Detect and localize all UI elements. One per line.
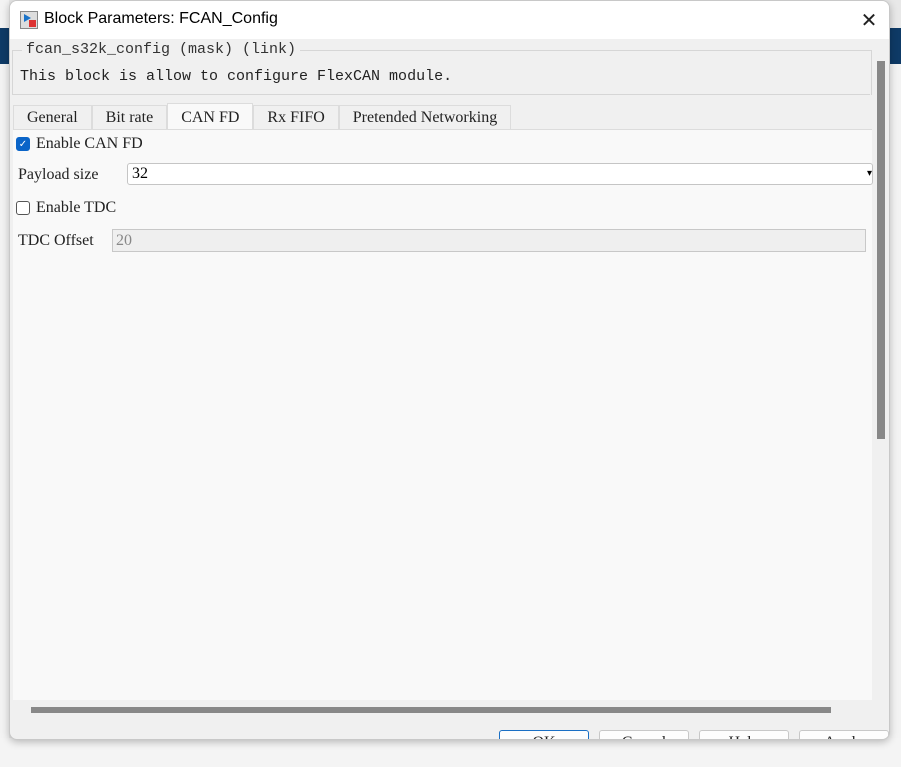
tdc-offset-label: TDC Offset [18,232,94,249]
chevron-down-icon: ▾ [866,168,872,179]
tab-bit-rate[interactable]: Bit rate [91,105,168,129]
payload-size-dropdown[interactable]: 32 ▾ [127,163,873,185]
tab-bar: General Bit rate CAN FD Rx FIFO Pretende… [13,103,512,129]
enable-tdc-checkbox[interactable] [16,201,30,215]
enable-can-fd-label: Enable CAN FD [36,135,143,152]
cancel-button[interactable]: Cancel [599,730,689,739]
enable-tdc-row[interactable]: Enable TDC [16,199,116,217]
vertical-scrollbar[interactable] [877,61,885,439]
tdc-offset-field[interactable]: 20 [112,229,866,252]
enable-can-fd-checkbox[interactable]: ✓ [16,137,30,151]
simulink-block-icon [20,11,38,29]
background-window [0,0,9,767]
mask-header: fcan_s32k_config (mask) (link) [22,41,301,58]
divider [12,94,870,95]
mask-description: This block is allow to configure FlexCAN… [20,68,453,85]
enable-tdc-label: Enable TDC [36,199,117,216]
payload-size-value: 32 [132,165,148,182]
tab-can-fd[interactable]: CAN FD [167,103,254,129]
block-parameters-dialog: Block Parameters: FCAN_Config ✕ fcan_s32… [9,0,890,740]
tab-pretended-networking[interactable]: Pretended Networking [338,105,512,129]
window-title: Block Parameters: FCAN_Config [44,10,278,27]
help-button[interactable]: Help [699,730,789,739]
close-icon[interactable]: ✕ [855,7,883,33]
ok-button[interactable]: OK [499,730,589,739]
apply-button[interactable]: Apply [799,730,889,739]
can-fd-panel: ✓ Enable CAN FD Payload size 32 ▾ Enable… [13,129,873,700]
title-bar: Block Parameters: FCAN_Config ✕ [10,1,889,39]
background-editor [0,738,901,767]
enable-can-fd-row[interactable]: ✓ Enable CAN FD [16,135,143,153]
payload-size-label: Payload size [18,166,99,183]
horizontal-scrollbar[interactable] [31,707,831,713]
tab-general[interactable]: General [13,105,92,129]
tab-rx-fifo[interactable]: Rx FIFO [253,105,339,129]
